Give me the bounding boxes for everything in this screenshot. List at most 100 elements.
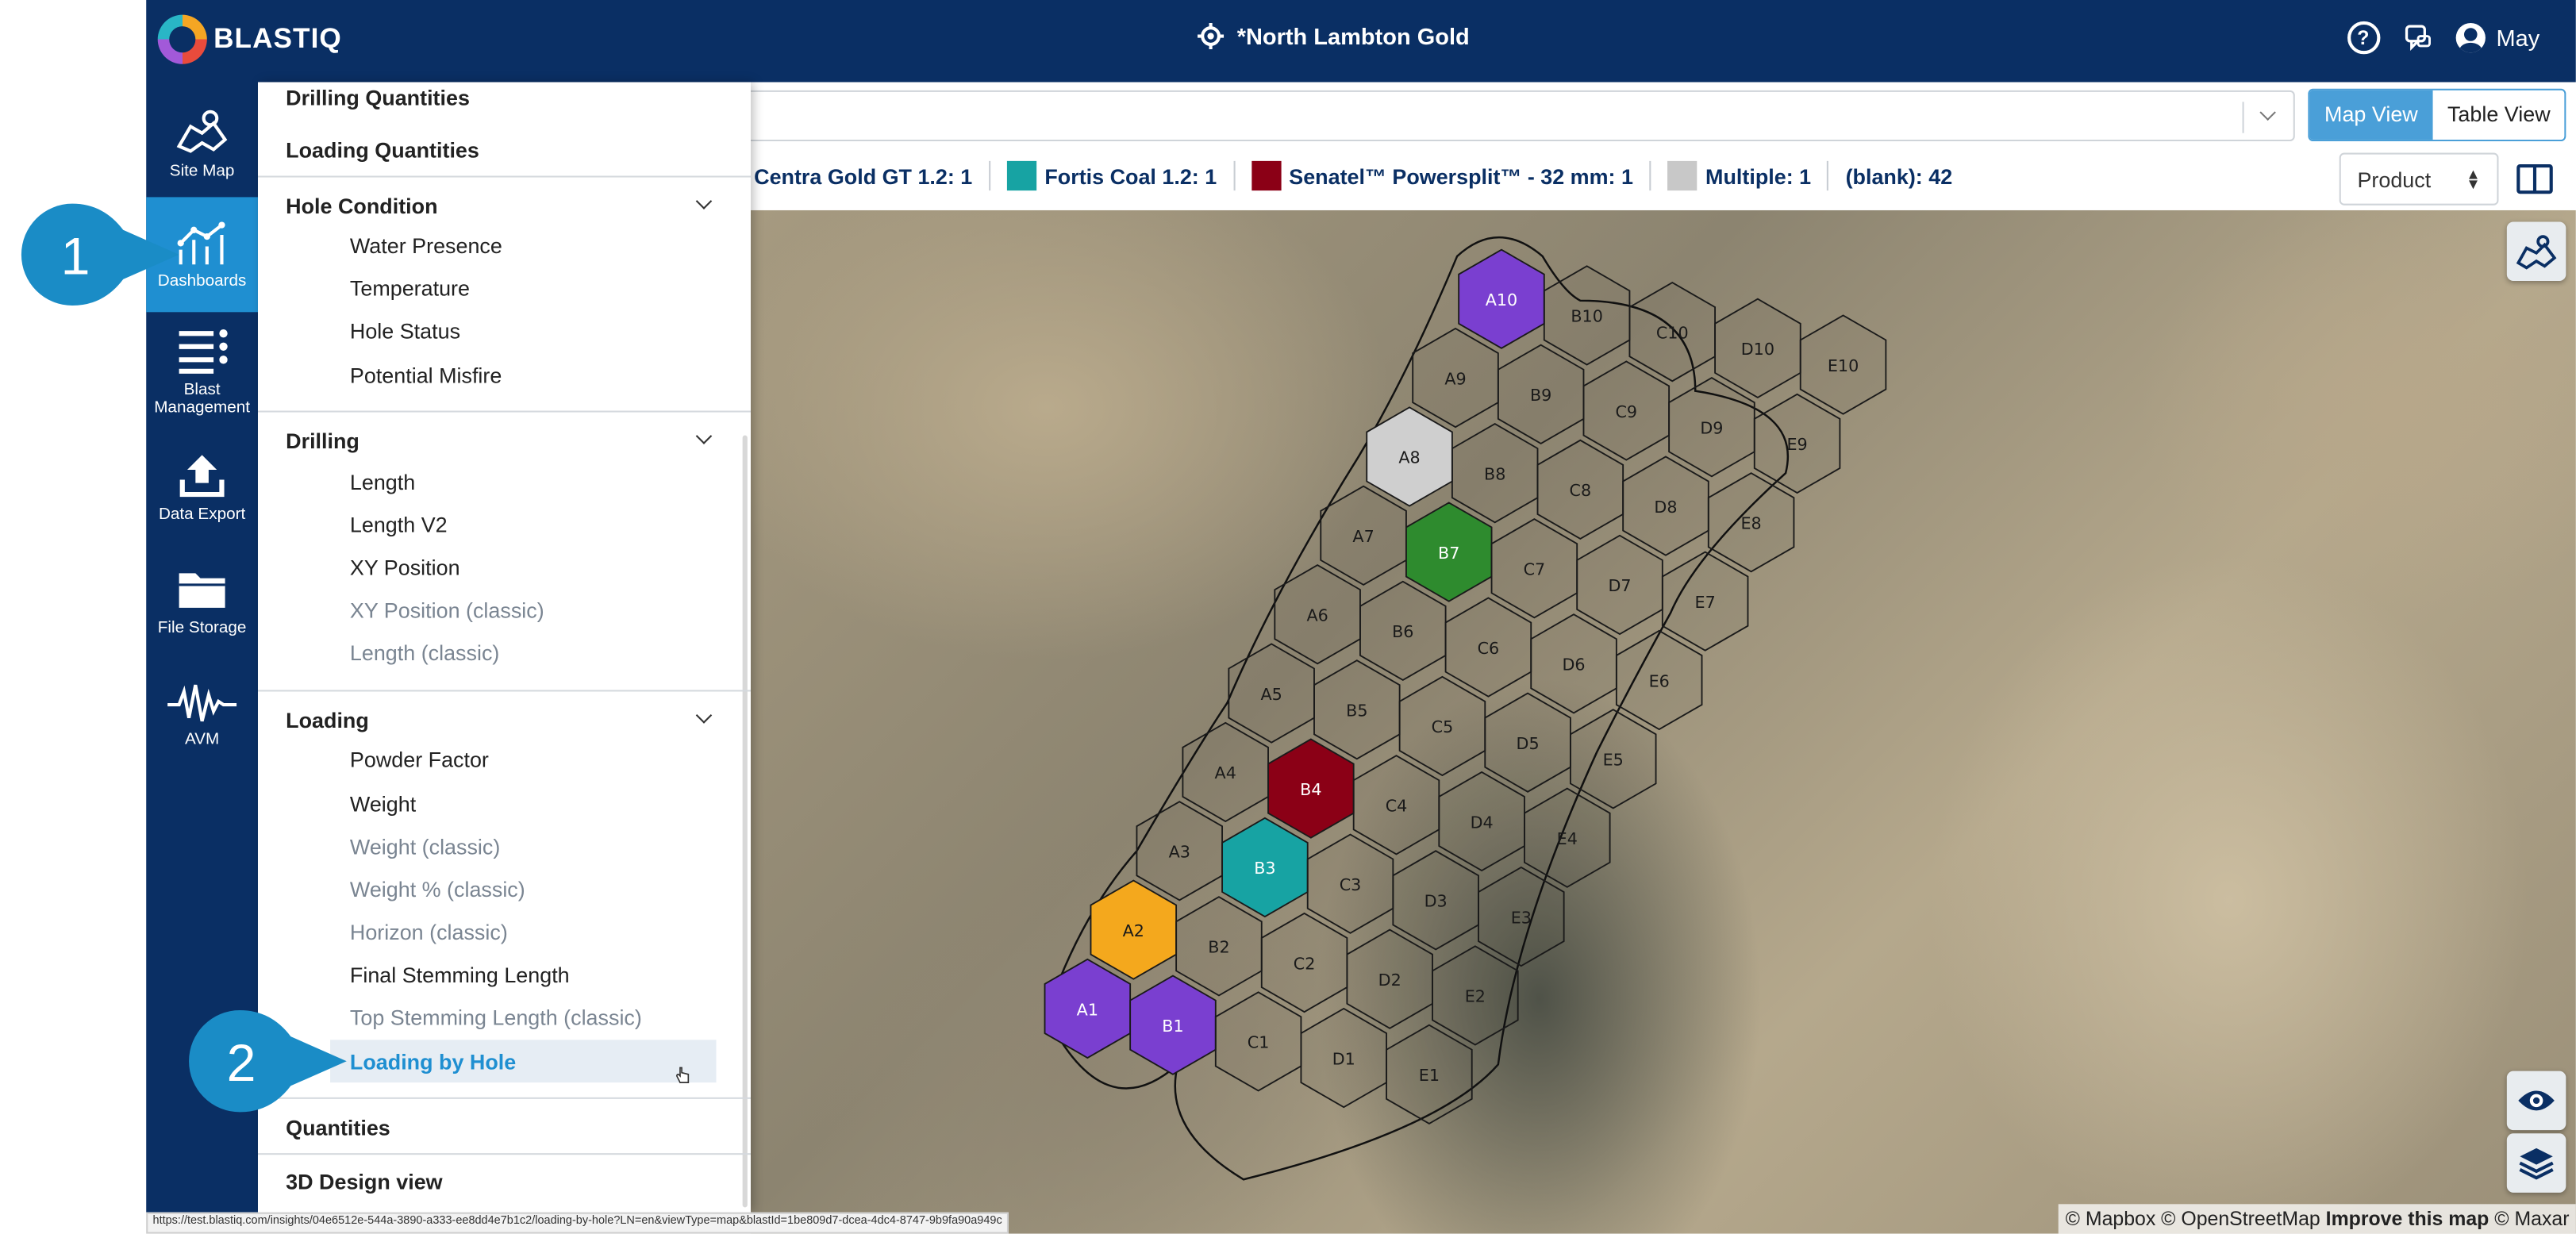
- menu-item-xy-position[interactable]: XY Position: [350, 555, 460, 580]
- blast-hole-label: E1: [1419, 1066, 1440, 1085]
- menu-item-weight-percent-classic[interactable]: Weight % (classic): [350, 877, 525, 901]
- menu-item-drilling-quantities[interactable]: Drilling Quantities: [286, 86, 470, 110]
- menu-item-weight-classic[interactable]: Weight (classic): [350, 835, 500, 859]
- legend-item: Fortis Coal 1.2: 1: [1006, 160, 1217, 191]
- chevron-down-icon[interactable]: [2259, 104, 2276, 121]
- menu-item-hole-status[interactable]: Hole Status: [350, 319, 460, 344]
- layers-button[interactable]: [2506, 1133, 2566, 1193]
- blast-hole-label: D7: [1608, 576, 1631, 595]
- osm-attribution-link[interactable]: © OpenStreetMap: [2161, 1207, 2320, 1230]
- product-legend: Centra Gold GT 1.2: 1 Fortis Coal 1.2: 1…: [754, 160, 1952, 191]
- map-icon: [176, 110, 228, 153]
- menu-item-length-v2[interactable]: Length V2: [350, 513, 448, 537]
- blast-hole-label: C1: [1248, 1033, 1270, 1052]
- nav-blast-management[interactable]: Blast Management: [146, 325, 258, 417]
- menu-item-loading-quantities[interactable]: Loading Quantities: [286, 138, 479, 163]
- menu-item-weight[interactable]: Weight: [350, 792, 416, 817]
- user-name: May: [2496, 25, 2540, 52]
- menu-item-final-stemming-length[interactable]: Final Stemming Length: [350, 963, 570, 987]
- nav-label: Blast Management: [154, 381, 251, 417]
- site-selector[interactable]: *North Lambton Gold: [1198, 22, 1470, 50]
- nav-site-map[interactable]: Site Map: [146, 107, 258, 181]
- nav-avm[interactable]: AVM: [146, 682, 258, 749]
- upload-icon: [179, 455, 225, 498]
- menu-scrollbar[interactable]: [742, 435, 748, 1208]
- blast-hole-label: A9: [1444, 369, 1466, 388]
- map-view-button[interactable]: Map View: [2309, 90, 2433, 140]
- nav-data-export[interactable]: Data Export: [146, 450, 258, 524]
- blast-hole-label: B6: [1392, 622, 1413, 641]
- blast-hole-label: E10: [1828, 356, 1859, 375]
- chevron-down-icon[interactable]: [695, 428, 713, 444]
- nav-label: Site Map: [169, 162, 235, 181]
- blast-hole-label: B7: [1438, 544, 1459, 563]
- blast-hole-label: D2: [1378, 971, 1401, 990]
- hand-cursor-icon: [676, 1067, 690, 1083]
- map-style-button[interactable]: [2506, 221, 2566, 281]
- blast-hole-label: A4: [1215, 763, 1236, 782]
- site-title: *North Lambton Gold: [1236, 22, 1470, 50]
- map-icon: [2516, 235, 2557, 270]
- book-icon[interactable]: [2516, 164, 2553, 194]
- chevron-down-icon[interactable]: [695, 193, 713, 210]
- menu-item-length[interactable]: Length: [350, 470, 415, 494]
- blast-hole-label: D3: [1424, 892, 1448, 911]
- blast-hole-label: E3: [1511, 908, 1532, 927]
- menu-section-hole-condition[interactable]: Hole Condition: [286, 194, 437, 218]
- top-bar: BLASTIQ *North Lambton Gold ? May: [146, 0, 2576, 83]
- menu-item-temperature[interactable]: Temperature: [350, 276, 470, 301]
- menu-item-quantities[interactable]: Quantities: [286, 1116, 390, 1140]
- filter-select[interactable]: [734, 90, 2295, 142]
- blast-hole-label: C10: [1656, 323, 1689, 342]
- table-view-button[interactable]: Table View: [2432, 90, 2566, 140]
- blast-hole-label: A5: [1261, 685, 1282, 704]
- menu-section-drilling[interactable]: Drilling: [286, 429, 359, 453]
- blast-hole-label: B10: [1571, 307, 1603, 326]
- menu-item-3d-design-view[interactable]: 3D Design view: [286, 1170, 442, 1194]
- callout-number-2: 2: [226, 1033, 256, 1093]
- blast-hole-label: A3: [1169, 843, 1190, 862]
- legend-item: Multiple: 1: [1667, 160, 1811, 191]
- menu-item-loading-by-hole[interactable]: Loading by Hole: [350, 1050, 516, 1074]
- legend-item: Senatel™ Powersplit™ - 32 mm: 1: [1251, 160, 1633, 191]
- product-select[interactable]: Product ▲ ▼: [2339, 152, 2499, 206]
- chevron-down-icon[interactable]: [695, 707, 713, 724]
- blast-hole-label: C9: [1615, 402, 1637, 421]
- blast-hole-label: D1: [1332, 1049, 1355, 1068]
- eye-icon: [2518, 1090, 2555, 1111]
- blastiq-logo[interactable]: BLASTIQ: [157, 14, 342, 64]
- callout-badge-2: [189, 1010, 347, 1113]
- blast-hole-label: E5: [1603, 751, 1624, 770]
- maxar-attribution-link[interactable]: © Maxar: [2494, 1207, 2569, 1230]
- improve-map-link[interactable]: Improve this map: [2326, 1207, 2489, 1230]
- map-canvas[interactable]: A1 A2 A3 A4 A5 A6 A7 A8 A9 A10 B1 B2 B3 B4 B5 B6 B7 B8 B9 B…: [750, 210, 2576, 1234]
- mapbox-attribution-link[interactable]: © Mapbox: [2066, 1207, 2156, 1230]
- menu-item-horizon-classic[interactable]: Horizon (classic): [350, 920, 508, 944]
- user-menu[interactable]: May: [2455, 22, 2540, 53]
- blast-hole-label: C3: [1340, 875, 1362, 894]
- menu-item-powder-factor[interactable]: Powder Factor: [350, 748, 489, 772]
- nav-file-storage[interactable]: File Storage: [146, 563, 258, 637]
- menu-item-top-stemming-length-classic[interactable]: Top Stemming Length (classic): [350, 1005, 642, 1030]
- location-target-icon: [1198, 22, 1225, 50]
- support-chat-icon[interactable]: [2402, 23, 2432, 52]
- menu-item-xy-position-classic[interactable]: XY Position (classic): [350, 598, 544, 622]
- blast-hole-label: E8: [1741, 514, 1762, 533]
- blast-hole-label: D8: [1654, 498, 1677, 517]
- callout-number-1: 1: [60, 226, 90, 286]
- menu-section-loading[interactable]: Loading: [286, 708, 369, 732]
- menu-item-length-classic[interactable]: Length (classic): [350, 640, 499, 665]
- blast-hole-label: A2: [1123, 921, 1144, 940]
- visibility-button[interactable]: [2506, 1071, 2566, 1131]
- help-icon[interactable]: ?: [2347, 21, 2380, 55]
- blast-hole-label: C5: [1432, 717, 1454, 736]
- menu-item-potential-misfire[interactable]: Potential Misfire: [350, 363, 502, 387]
- map-attribution: © Mapbox © OpenStreetMap Improve this ma…: [2059, 1204, 2576, 1234]
- legend-swatch: [1667, 160, 1697, 191]
- blast-hole-label: E6: [1649, 671, 1670, 690]
- legend-item: Centra Gold GT 1.2: 1: [754, 163, 973, 189]
- blast-holes-layer: A1 A2 A3 A4 A5 A6 A7 A8 A9 A10 B1 B2 B3 B4 B5 B6 B7 B8 B9 B…: [1044, 236, 1887, 1181]
- view-toggle: Map View Table View: [2308, 88, 2567, 142]
- menu-item-water-presence[interactable]: Water Presence: [350, 233, 502, 258]
- callout-badge-1: [21, 203, 179, 306]
